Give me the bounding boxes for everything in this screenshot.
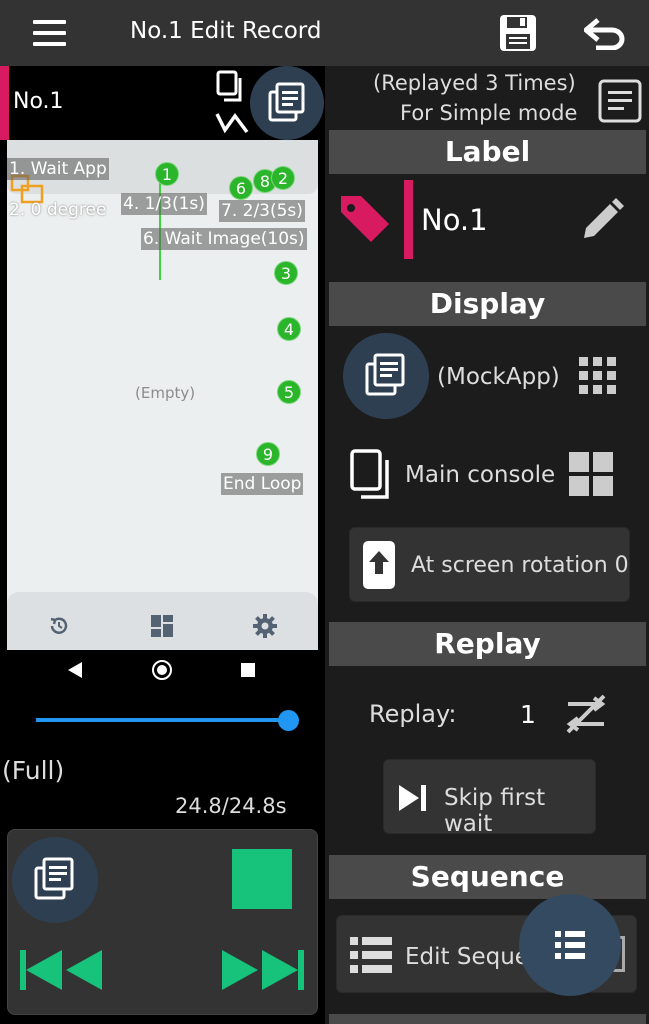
- app-bar: No.1 Edit Record: [0, 0, 649, 66]
- list-icon: [365, 353, 405, 396]
- replay-label: Replay:: [369, 700, 457, 728]
- skip-first-wait-label: Skip first wait: [444, 785, 546, 837]
- replay-info-line2: For Simple mode: [400, 101, 578, 125]
- mode-label: (Full): [2, 756, 65, 785]
- timeline-slider-track[interactable]: [36, 718, 290, 722]
- history-icon: [47, 614, 71, 642]
- dashboard-icon: [150, 614, 174, 642]
- label-section-heading: Label: [329, 130, 646, 174]
- record-color-bar: [0, 66, 9, 140]
- label-name: No.1: [421, 203, 488, 237]
- list-icon: [268, 82, 305, 122]
- next-section-heading-edge: [329, 1014, 646, 1024]
- list-icon: [34, 857, 74, 900]
- display-section-heading: Display: [329, 282, 646, 326]
- replay-info-line1: (Replayed 3 Times): [373, 71, 576, 95]
- back-nav-icon: [67, 661, 83, 683]
- preview-label-degree: 2. 0 degree: [9, 200, 107, 220]
- sequence-section-heading: Sequence: [329, 855, 646, 899]
- screen-rotation-button[interactable]: At screen rotation 0: [349, 527, 630, 602]
- page-title: No.1 Edit Record: [130, 18, 322, 44]
- edit-pencil-icon[interactable]: [578, 196, 626, 248]
- replay-section-heading: Replay: [329, 622, 646, 666]
- rotation-label: At screen rotation 0: [411, 553, 629, 578]
- timeline-slider-thumb[interactable]: [278, 710, 299, 731]
- menu-icon[interactable]: [33, 20, 66, 46]
- shuffle-off-icon[interactable]: [562, 690, 610, 742]
- step-marker-5[interactable]: 5: [277, 380, 301, 404]
- save-icon[interactable]: [498, 13, 538, 57]
- label-color-bar: [404, 180, 413, 259]
- preview-label-step6: 6. Wait Image(10s): [141, 228, 307, 250]
- edit-sequence-label: Edit Seque: [405, 944, 529, 970]
- step-marker-1[interactable]: 1: [155, 162, 179, 186]
- list-mode-button[interactable]: [250, 66, 324, 140]
- playback-list-button[interactable]: [12, 837, 98, 923]
- step-marker-2[interactable]: 2: [271, 166, 295, 190]
- preview-label-end-loop: End Loop: [221, 473, 304, 495]
- console-copy-icon[interactable]: [349, 448, 395, 506]
- forward-end-button[interactable]: [221, 948, 305, 996]
- display-app-label: (MockApp): [437, 364, 560, 390]
- rotation-phone-icon: [362, 540, 396, 594]
- tag-icon[interactable]: [337, 192, 393, 252]
- stop-button[interactable]: [232, 849, 292, 909]
- home-nav-icon: [152, 660, 172, 680]
- step-marker-4[interactable]: 4: [277, 317, 301, 341]
- recents-nav-icon: [241, 663, 255, 677]
- replay-count[interactable]: 1: [520, 700, 536, 729]
- console-label: Main console: [405, 462, 556, 488]
- waveform-icon: [215, 108, 249, 140]
- preview-label-wait-app: 1. Wait App: [7, 158, 109, 180]
- step-marker-9[interactable]: 9: [256, 442, 280, 466]
- rewind-start-button[interactable]: [19, 948, 103, 996]
- copy-icon[interactable]: [216, 70, 246, 108]
- skip-next-icon: [398, 784, 428, 816]
- grid-large-icon[interactable]: [568, 451, 614, 501]
- record-name: No.1: [13, 89, 64, 114]
- notes-icon[interactable]: [598, 79, 642, 127]
- sequence-list-icon: [349, 936, 393, 978]
- preview-label-step4: 4. 1/3(1s): [121, 193, 207, 215]
- list-icon: [555, 931, 585, 959]
- undo-icon[interactable]: [583, 16, 626, 54]
- empty-label: (Empty): [135, 384, 196, 402]
- preview-label-step7: 7. 2/3(5s): [219, 200, 305, 222]
- step-marker-6[interactable]: 6: [229, 176, 253, 200]
- skip-first-wait-button[interactable]: Skip first wait: [383, 759, 596, 837]
- step-marker-3[interactable]: 3: [274, 261, 298, 285]
- display-app-button[interactable]: [343, 333, 429, 419]
- floating-list-button[interactable]: [519, 894, 621, 996]
- grid-small-icon[interactable]: [578, 356, 618, 400]
- settings-icon: [252, 613, 278, 643]
- time-readout: 24.8/24.8s: [175, 794, 287, 818]
